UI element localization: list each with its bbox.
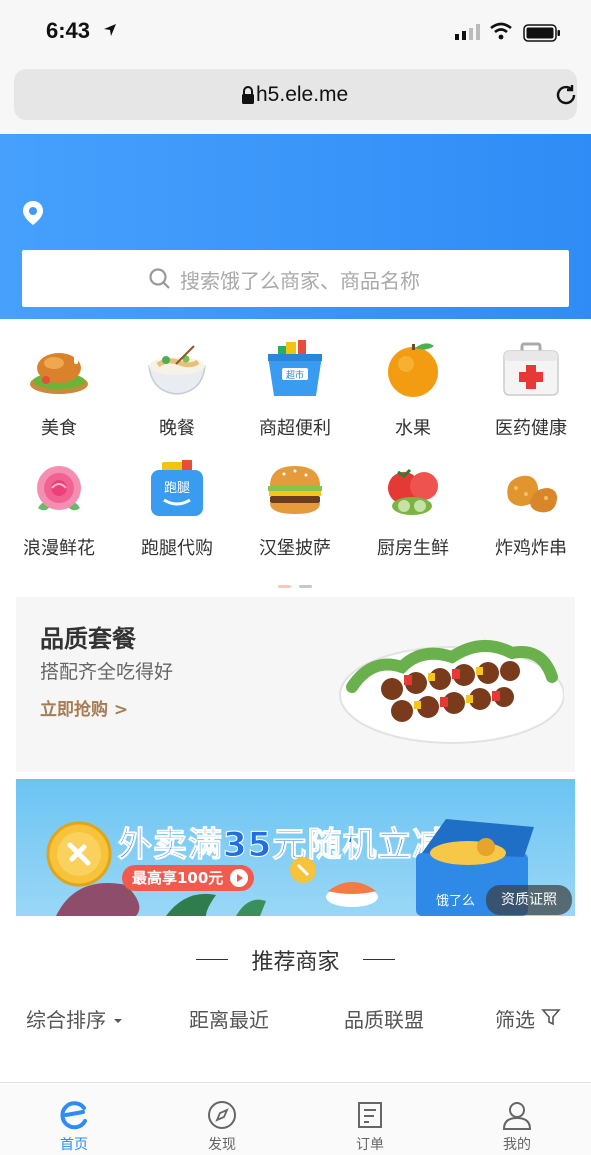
compass-icon <box>208 1101 236 1129</box>
reload-icon[interactable] <box>554 83 578 107</box>
recommend-title: 推荐商家 <box>251 950 340 975</box>
category-label: 医药健康 <box>495 418 567 439</box>
sort-label: 距离最近 <box>189 1008 269 1032</box>
address-bar[interactable]: h5.ele.me <box>14 69 577 120</box>
kebab-plate-image <box>339 639 564 744</box>
wifi-icon <box>490 22 512 40</box>
sort-comprehensive[interactable]: 综合排序 <box>26 1004 124 1033</box>
rose-flower-icon <box>37 466 81 511</box>
tab-label: 我的 <box>503 1137 531 1153</box>
url-text: h5.ele.me <box>256 83 349 106</box>
category-flowers[interactable]: 浪漫鲜花 <box>0 458 118 568</box>
category-label: 晚餐 <box>159 418 195 439</box>
promo-banner[interactable]: 外卖满35元随机立减 最高享100元 饿了么 资质证照 <box>16 779 575 916</box>
category-supermarket[interactable]: 超市 商超便利 <box>236 338 354 448</box>
tab-profile[interactable]: 我的 <box>443 1083 591 1155</box>
category-label: 水果 <box>395 418 431 439</box>
location-pin-icon[interactable] <box>22 200 44 226</box>
tab-home[interactable]: 首页 <box>0 1083 148 1155</box>
search-placeholder: 搜索饿了么商家、商品名称 <box>180 269 420 293</box>
promo-title: 外卖满35元随机立减 <box>117 825 448 866</box>
caret-down-icon <box>114 1019 123 1023</box>
sort-label: 综合排序 <box>26 1008 106 1032</box>
errand-bag-icon: 跑腿 <box>151 460 203 516</box>
category-food[interactable]: 美食 <box>0 338 118 448</box>
vegetables-icon <box>388 468 438 515</box>
sort-bar: 综合排序 距离最近 品质联盟 筛选 <box>0 1004 591 1036</box>
category-label: 跑腿代购 <box>141 538 213 559</box>
status-bar: 6:43 <box>0 0 591 64</box>
browser-bar: h5.ele.me <box>0 64 591 134</box>
medical-kit-icon <box>503 342 559 396</box>
roast-chicken-icon <box>30 352 88 394</box>
category-burger[interactable]: 汉堡披萨 <box>236 458 354 568</box>
play-icon <box>230 869 248 887</box>
search-input[interactable]: 搜索饿了么商家、商品名称 <box>22 250 569 307</box>
promo-brand: 饿了么 <box>436 894 475 909</box>
burger-icon <box>268 466 322 514</box>
category-dinner[interactable]: 晚餐 <box>118 338 236 448</box>
tab-label: 发现 <box>208 1137 236 1153</box>
promo-pill-text: 最高享100元 <box>132 869 224 887</box>
svg-text:跑腿: 跑腿 <box>164 481 190 496</box>
promo-max-discount[interactable]: 最高享100元 <box>122 865 254 891</box>
tab-discover[interactable]: 发现 <box>148 1083 296 1155</box>
status-time: 6:43 <box>46 18 91 43</box>
sort-nearest[interactable]: 距离最近 <box>189 1004 269 1033</box>
quality-package-card[interactable]: 品质套餐 搭配齐全吃得好 立即抢购 > <box>16 597 575 772</box>
sushi-icon <box>326 882 378 907</box>
recommend-section-header: 推荐商家 <box>0 944 591 976</box>
small-coin-icon <box>290 857 316 883</box>
svg-text:超市: 超市 <box>286 369 304 381</box>
profile-icon <box>502 1102 532 1130</box>
category-fried-chicken[interactable]: 炸鸡炸串 <box>472 458 590 568</box>
filter-button[interactable]: 筛选 <box>495 1004 562 1033</box>
filter-icon <box>541 1009 562 1026</box>
tab-label: 首页 <box>60 1137 88 1153</box>
tab-label: 订单 <box>356 1137 384 1153</box>
category-medical[interactable]: 医药健康 <box>472 338 590 448</box>
pager-dot-active <box>278 585 291 588</box>
orange-fruit-icon <box>388 343 438 397</box>
category-label: 美食 <box>41 418 77 439</box>
lock-icon <box>242 86 254 104</box>
category-errand[interactable]: 跑腿 跑腿代购 <box>118 458 236 568</box>
dinner-bowl-icon <box>148 345 206 395</box>
supermarket-basket-icon: 超市 <box>268 340 322 396</box>
battery-icon <box>523 24 560 42</box>
category-label: 汉堡披萨 <box>259 538 331 559</box>
quality-card-subtitle: 搭配齐全吃得好 <box>40 661 174 683</box>
cellular-signal-icon <box>455 24 480 40</box>
sort-quality-alliance[interactable]: 品质联盟 <box>344 1004 424 1033</box>
bottom-tab-bar: 首页 发现 订单 我的 <box>0 1082 591 1155</box>
fried-chicken-icon <box>507 475 557 513</box>
search-icon <box>149 268 170 289</box>
location-arrow-icon <box>104 24 116 36</box>
divider-right <box>363 959 395 960</box>
category-fruit[interactable]: 水果 <box>354 338 472 448</box>
home-e-icon <box>60 1101 87 1130</box>
category-label: 厨房生鲜 <box>377 538 449 559</box>
category-label: 炸鸡炸串 <box>495 538 567 559</box>
tab-orders[interactable]: 订单 <box>296 1083 444 1155</box>
pager-dot <box>299 585 312 588</box>
category-fresh[interactable]: 厨房生鲜 <box>354 458 472 568</box>
filter-label: 筛选 <box>495 1008 535 1032</box>
category-label: 浪漫鲜花 <box>23 538 95 559</box>
buy-now-link[interactable]: 立即抢购 > <box>40 695 128 720</box>
category-label: 商超便利 <box>259 418 331 439</box>
quality-card-title: 品质套餐 <box>40 625 136 653</box>
sort-label: 品质联盟 <box>344 1008 424 1032</box>
qualification-badge[interactable]: 资质证照 <box>486 885 572 915</box>
header: 搜索饿了么商家、商品名称 <box>0 134 591 319</box>
order-icon <box>358 1102 382 1128</box>
